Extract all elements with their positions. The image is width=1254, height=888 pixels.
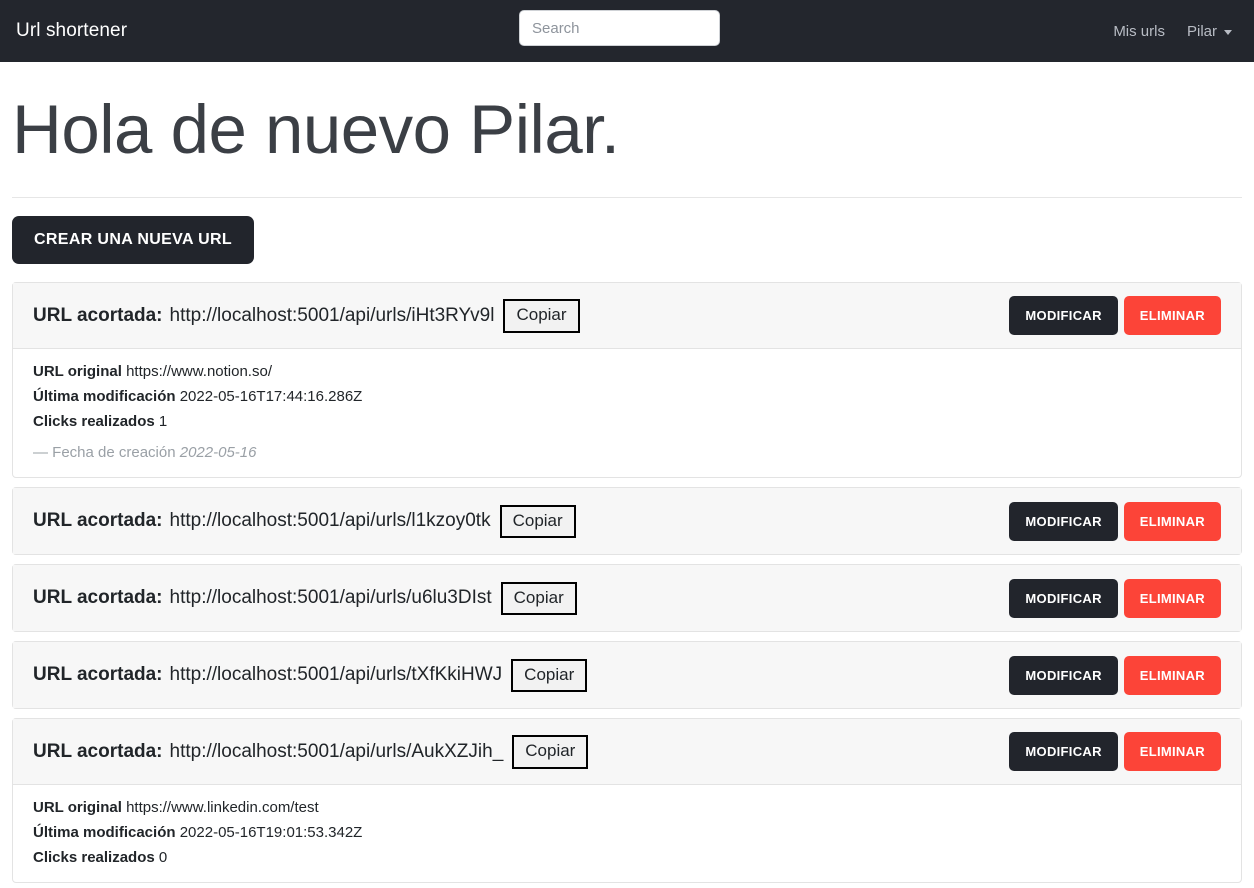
url-card: URL acortada: http://localhost:5001/api/u… bbox=[12, 282, 1242, 479]
url-card-header: URL acortada: http://localhost:5001/api/u… bbox=[13, 283, 1241, 350]
modify-button[interactable]: MODIFICAR bbox=[1009, 578, 1118, 618]
modify-button[interactable]: MODIFICAR bbox=[1009, 501, 1118, 541]
search-container bbox=[519, 10, 720, 46]
chevron-down-icon bbox=[1224, 29, 1232, 35]
brand-title[interactable]: Url shortener bbox=[16, 20, 127, 42]
short-url-label: URL acortada: bbox=[33, 304, 163, 326]
user-menu-pilar[interactable]: Pilar bbox=[1187, 23, 1232, 40]
url-card-actions: MODIFICAR ELIMINAR bbox=[1009, 296, 1221, 336]
main-content: CREAR UNA NUEVA URL URL acortada: http://… bbox=[0, 198, 1254, 884]
nav-link-mis-urls[interactable]: Mis urls bbox=[1113, 23, 1165, 40]
top-navbar: Url shortener Mis urls Pilar bbox=[0, 0, 1254, 62]
user-menu-label: Pilar bbox=[1186, 22, 1217, 40]
clicks-count-value: 0 bbox=[158, 849, 168, 867]
clicks-count-row: Clicks realizados 1 bbox=[33, 413, 1221, 430]
modify-button[interactable]: MODIFICAR bbox=[1009, 655, 1118, 695]
delete-button[interactable]: ELIMINAR bbox=[1123, 732, 1221, 772]
last-modified-value: 2022-05-16T19:01:53.342Z bbox=[179, 824, 363, 842]
short-url-value[interactable]: http://localhost:5001/api/urls/tXfKkiHWJ bbox=[170, 664, 503, 686]
url-card: URL acortada: http://localhost:5001/api/u… bbox=[12, 641, 1242, 710]
delete-button[interactable]: ELIMINAR bbox=[1123, 296, 1221, 336]
url-card-body: URL original https://www.notion.so/Últim… bbox=[13, 349, 1241, 477]
short-url-label: URL acortada: bbox=[33, 664, 163, 686]
delete-button[interactable]: ELIMINAR bbox=[1123, 655, 1221, 695]
clicks-count-label: Clicks realizados bbox=[33, 849, 155, 867]
modify-button[interactable]: MODIFICAR bbox=[1009, 732, 1118, 772]
copy-button[interactable]: Copiar bbox=[500, 581, 577, 616]
url-card-actions: MODIFICAR ELIMINAR bbox=[1009, 501, 1221, 541]
clicks-count-value: 1 bbox=[158, 413, 168, 431]
url-card-actions: MODIFICAR ELIMINAR bbox=[1009, 732, 1221, 772]
url-card-body: URL original https://www.linkedin.com/te… bbox=[13, 785, 1241, 882]
clicks-count-row: Clicks realizados 0 bbox=[33, 849, 1221, 866]
short-url-value[interactable]: http://localhost:5001/api/urls/AukXZJih_ bbox=[170, 741, 504, 763]
hero-section: Hola de nuevo Pilar. bbox=[0, 62, 1254, 199]
url-card-header: URL acortada: http://localhost:5001/api/u… bbox=[13, 488, 1241, 555]
url-card-actions: MODIFICAR ELIMINAR bbox=[1009, 578, 1221, 618]
copy-button[interactable]: Copiar bbox=[499, 504, 576, 539]
url-card-header: URL acortada: http://localhost:5001/api/u… bbox=[13, 719, 1241, 786]
clicks-count-label: Clicks realizados bbox=[33, 413, 155, 431]
delete-button[interactable]: ELIMINAR bbox=[1123, 501, 1221, 541]
url-card-header: URL acortada: http://localhost:5001/api/u… bbox=[13, 565, 1241, 632]
creation-date-note: — Fecha de creación 2022-05-16 bbox=[33, 444, 1221, 461]
last-modified-label: Última modificación bbox=[33, 824, 176, 842]
short-url-line: URL acortada: http://localhost:5001/api/u… bbox=[33, 581, 577, 616]
short-url-value[interactable]: http://localhost:5001/api/urls/l1kzoy0tk bbox=[170, 510, 491, 532]
short-url-line: URL acortada: http://localhost:5001/api/u… bbox=[33, 735, 589, 769]
page-title: Hola de nuevo Pilar. bbox=[12, 91, 620, 168]
original-url-value: https://www.notion.so/ bbox=[126, 363, 272, 381]
original-url-row: URL original https://www.notion.so/ bbox=[33, 363, 1221, 380]
short-url-line: URL acortada: http://localhost:5001/api/u… bbox=[33, 299, 580, 333]
last-modified-label: Última modificación bbox=[33, 388, 176, 406]
copy-button[interactable]: Copiar bbox=[512, 735, 589, 769]
create-new-url-button[interactable]: CREAR UNA NUEVA URL bbox=[12, 216, 255, 265]
short-url-label: URL acortada: bbox=[33, 740, 163, 762]
original-url-row: URL original https://www.linkedin.com/te… bbox=[33, 799, 1221, 816]
creation-date-label: — Fecha de creación bbox=[33, 444, 176, 462]
original-url-value: https://www.linkedin.com/test bbox=[126, 799, 319, 817]
original-url-label: URL original bbox=[33, 363, 122, 381]
last-modified-value: 2022-05-16T17:44:16.286Z bbox=[179, 388, 363, 406]
last-modified-row: Última modificación 2022-05-16T17:44:16.… bbox=[33, 388, 1221, 405]
url-card: URL acortada: http://localhost:5001/api/u… bbox=[12, 564, 1242, 633]
url-card: URL acortada: http://localhost:5001/api/u… bbox=[12, 487, 1242, 556]
short-url-line: URL acortada: http://localhost:5001/api/u… bbox=[33, 658, 588, 693]
short-url-label: URL acortada: bbox=[33, 510, 163, 532]
short-url-value[interactable]: http://localhost:5001/api/urls/u6lu3DIst bbox=[170, 587, 492, 609]
url-card-header: URL acortada: http://localhost:5001/api/u… bbox=[13, 642, 1241, 709]
url-card-actions: MODIFICAR ELIMINAR bbox=[1009, 655, 1221, 695]
creation-date-value: 2022-05-16 bbox=[179, 444, 257, 462]
original-url-label: URL original bbox=[33, 799, 122, 817]
navbar-right-links: Mis urls Pilar bbox=[1113, 23, 1238, 40]
short-url-label: URL acortada: bbox=[33, 587, 163, 609]
last-modified-row: Última modificación 2022-05-16T19:01:53.… bbox=[33, 824, 1221, 841]
modify-button[interactable]: MODIFICAR bbox=[1009, 296, 1118, 336]
url-card-list: URL acortada: http://localhost:5001/api/u… bbox=[12, 282, 1242, 884]
search-input[interactable] bbox=[519, 10, 720, 46]
url-card: URL acortada: http://localhost:5001/api/u… bbox=[12, 718, 1242, 884]
short-url-value[interactable]: http://localhost:5001/api/urls/iHt3RYv9l bbox=[170, 305, 495, 327]
copy-button[interactable]: Copiar bbox=[511, 658, 588, 693]
delete-button[interactable]: ELIMINAR bbox=[1123, 578, 1221, 618]
copy-button[interactable]: Copiar bbox=[503, 299, 580, 333]
short-url-line: URL acortada: http://localhost:5001/api/u… bbox=[33, 504, 576, 539]
